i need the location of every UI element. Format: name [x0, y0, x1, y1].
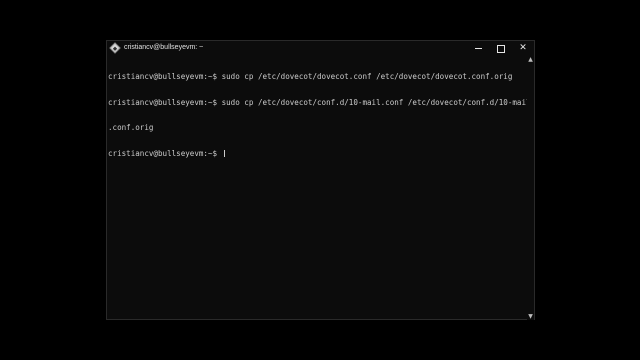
vertical-scrollbar[interactable]: ▲ ▼ [527, 56, 534, 320]
terminal-prompt: cristiancv@bullseyevm:~$ [108, 148, 222, 158]
text-cursor [223, 149, 225, 157]
title-bar[interactable]: cristiancv@bullseyevm: ~ ✕ [107, 41, 534, 56]
maximize-button[interactable] [490, 41, 512, 56]
maximize-icon [497, 45, 505, 53]
terminal-output[interactable]: cristiancv@bullseyevm:~$ sudo cp /etc/do… [108, 56, 527, 320]
minimize-icon [475, 48, 482, 49]
close-button[interactable]: ✕ [512, 41, 534, 56]
minimize-button[interactable] [468, 41, 490, 56]
terminal-app-icon [109, 42, 121, 54]
terminal-line: cristiancv@bullseyevm:~$ sudo cp /etc/do… [108, 97, 527, 107]
terminal-line: cristiancv@bullseyevm:~$ sudo cp /etc/do… [108, 72, 513, 81]
scroll-up-arrow-icon[interactable]: ▲ [527, 56, 534, 63]
terminal-window: cristiancv@bullseyevm: ~ ✕ cristiancv@bu… [106, 40, 535, 320]
terminal-prompt-line: cristiancv@bullseyevm:~$ [108, 148, 527, 159]
scroll-down-arrow-icon[interactable]: ▼ [527, 313, 534, 320]
terminal-line: .conf.orig [108, 123, 154, 132]
close-icon: ✕ [519, 43, 527, 53]
window-title: cristiancv@bullseyevm: ~ [124, 44, 204, 51]
